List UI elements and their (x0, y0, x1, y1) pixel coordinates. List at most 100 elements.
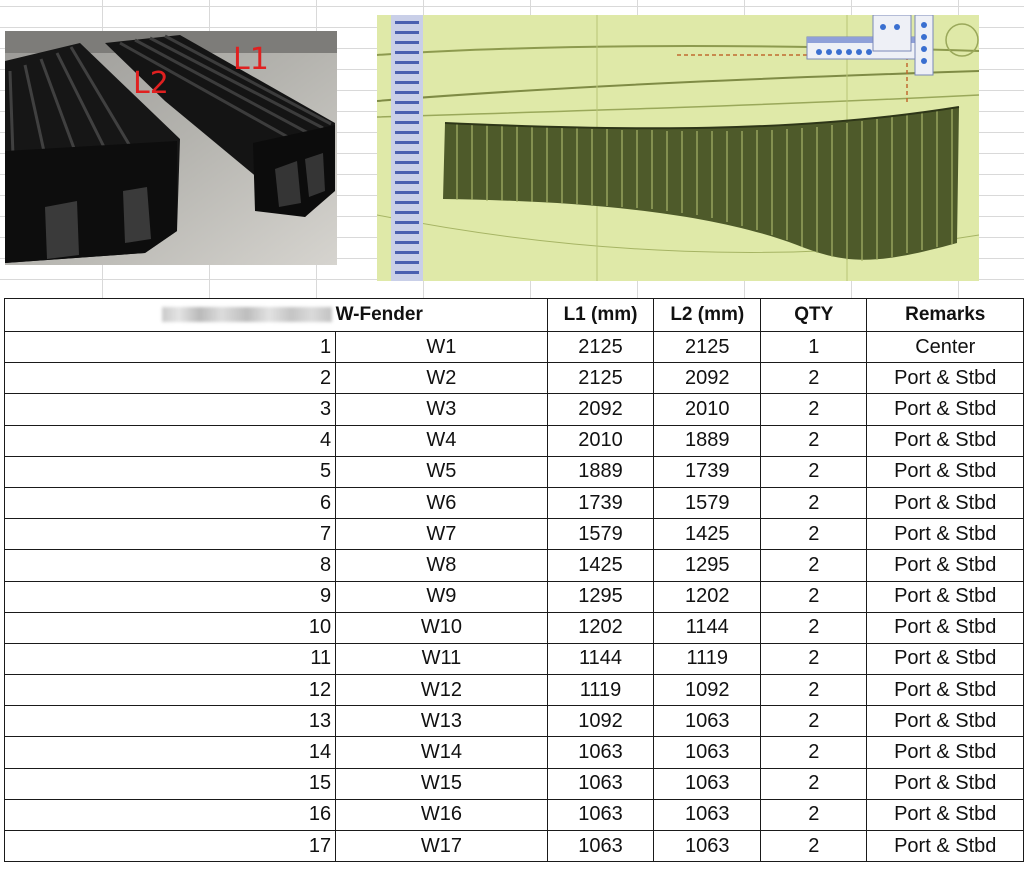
l2-cell[interactable]: 1202 (653, 580, 762, 613)
l2-cell[interactable]: 1739 (653, 455, 762, 488)
l2-cell[interactable]: 2125 (653, 330, 762, 364)
l2-cell[interactable]: 1144 (653, 611, 762, 644)
fender-id-cell[interactable]: W10 (335, 611, 548, 644)
l2-cell[interactable]: 1063 (653, 705, 762, 738)
l1-cell[interactable]: 2092 (546, 393, 655, 426)
l2-cell[interactable]: 1063 (653, 798, 762, 832)
fender-id-cell[interactable]: W17 (335, 829, 548, 863)
l2-cell[interactable]: 1295 (653, 549, 762, 582)
l2-cell[interactable]: 1092 (653, 674, 762, 707)
remarks-cell[interactable]: Port & Stbd (866, 705, 1024, 738)
remarks-cell[interactable]: Port & Stbd (866, 798, 1024, 832)
row-number-cell[interactable]: 14 (3, 736, 337, 769)
l1-cell[interactable]: 1579 (546, 518, 655, 551)
l1-cell[interactable]: 1063 (546, 767, 655, 800)
l1-cell[interactable]: 2125 (546, 362, 655, 395)
header-title-cell[interactable] (3, 298, 336, 332)
l1-cell[interactable]: 1295 (546, 580, 655, 613)
remarks-cell[interactable]: Center (866, 330, 1024, 364)
qty-cell[interactable]: 2 (760, 518, 868, 551)
row-number-cell[interactable]: 8 (3, 549, 337, 582)
row-number-cell[interactable]: 4 (3, 424, 337, 457)
qty-cell[interactable]: 2 (760, 798, 868, 832)
row-number-cell[interactable]: 11 (3, 642, 337, 676)
qty-cell[interactable]: 2 (760, 829, 868, 863)
qty-cell[interactable]: 2 (760, 674, 868, 707)
header-l1[interactable]: L1 (mm) (546, 298, 655, 332)
header-remarks[interactable]: Remarks (866, 298, 1024, 332)
header-qty[interactable]: QTY (760, 298, 868, 332)
remarks-cell[interactable]: Port & Stbd (866, 642, 1024, 676)
l1-cell[interactable]: 1739 (546, 486, 655, 520)
l1-cell[interactable]: 1063 (546, 798, 655, 832)
row-number-cell[interactable]: 1 (3, 330, 337, 364)
fender-id-cell[interactable]: W8 (335, 549, 548, 582)
qty-cell[interactable]: 2 (760, 362, 868, 395)
row-number-cell[interactable]: 6 (3, 486, 337, 520)
fender-id-cell[interactable]: W3 (335, 393, 548, 426)
l1-cell[interactable]: 2125 (546, 330, 655, 364)
qty-cell[interactable]: 2 (760, 455, 868, 488)
l2-cell[interactable]: 1425 (653, 518, 762, 551)
l1-cell[interactable]: 2010 (546, 424, 655, 457)
l1-cell[interactable]: 1425 (546, 549, 655, 582)
remarks-cell[interactable]: Port & Stbd (866, 736, 1024, 769)
row-number-cell[interactable]: 2 (3, 362, 337, 395)
fender-id-cell[interactable]: W4 (335, 424, 548, 457)
remarks-cell[interactable]: Port & Stbd (866, 424, 1024, 457)
fender-id-cell[interactable]: W6 (335, 486, 548, 520)
row-number-cell[interactable]: 3 (3, 393, 337, 426)
l2-cell[interactable]: 1119 (653, 642, 762, 676)
qty-cell[interactable]: 2 (760, 705, 868, 738)
l1-cell[interactable]: 1889 (546, 455, 655, 488)
qty-cell[interactable]: 2 (760, 736, 868, 769)
l2-cell[interactable]: 1063 (653, 736, 762, 769)
l2-cell[interactable]: 1063 (653, 829, 762, 863)
row-number-cell[interactable]: 16 (3, 798, 337, 832)
l2-cell[interactable]: 1579 (653, 486, 762, 520)
remarks-cell[interactable]: Port & Stbd (866, 829, 1024, 863)
l1-cell[interactable]: 1063 (546, 829, 655, 863)
row-number-cell[interactable]: 5 (3, 455, 337, 488)
l2-cell[interactable]: 1063 (653, 767, 762, 800)
remarks-cell[interactable]: Port & Stbd (866, 580, 1024, 613)
remarks-cell[interactable]: Port & Stbd (866, 486, 1024, 520)
qty-cell[interactable]: 2 (760, 767, 868, 800)
qty-cell[interactable]: 2 (760, 549, 868, 582)
remarks-cell[interactable]: Port & Stbd (866, 611, 1024, 644)
remarks-cell[interactable]: Port & Stbd (866, 393, 1024, 426)
fender-id-cell[interactable]: W9 (335, 580, 548, 613)
l1-cell[interactable]: 1144 (546, 642, 655, 676)
remarks-cell[interactable]: Port & Stbd (866, 455, 1024, 488)
header-w-fender[interactable]: W-Fender (335, 298, 548, 332)
qty-cell[interactable]: 2 (760, 393, 868, 426)
qty-cell[interactable]: 2 (760, 424, 868, 457)
qty-cell[interactable]: 2 (760, 642, 868, 676)
row-number-cell[interactable]: 13 (3, 705, 337, 738)
qty-cell[interactable]: 2 (760, 611, 868, 644)
fender-id-cell[interactable]: W13 (335, 705, 548, 738)
row-number-cell[interactable]: 12 (3, 674, 337, 707)
fender-id-cell[interactable]: W5 (335, 455, 548, 488)
remarks-cell[interactable]: Port & Stbd (866, 674, 1024, 707)
row-number-cell[interactable]: 10 (3, 611, 337, 644)
l1-cell[interactable]: 1063 (546, 736, 655, 769)
l1-cell[interactable]: 1202 (546, 611, 655, 644)
row-number-cell[interactable]: 7 (3, 518, 337, 551)
fender-id-cell[interactable]: W16 (335, 798, 548, 832)
header-l2[interactable]: L2 (mm) (653, 298, 762, 332)
qty-cell[interactable]: 2 (760, 486, 868, 520)
row-number-cell[interactable]: 15 (3, 767, 337, 800)
fender-id-cell[interactable]: W11 (335, 642, 548, 676)
remarks-cell[interactable]: Port & Stbd (866, 518, 1024, 551)
l2-cell[interactable]: 1889 (653, 424, 762, 457)
remarks-cell[interactable]: Port & Stbd (866, 362, 1024, 395)
row-number-cell[interactable]: 9 (3, 580, 337, 613)
fender-id-cell[interactable]: W14 (335, 736, 548, 769)
l1-cell[interactable]: 1092 (546, 705, 655, 738)
l2-cell[interactable]: 2092 (653, 362, 762, 395)
qty-cell[interactable]: 1 (760, 330, 868, 364)
qty-cell[interactable]: 2 (760, 580, 868, 613)
l1-cell[interactable]: 1119 (546, 674, 655, 707)
fender-id-cell[interactable]: W12 (335, 674, 548, 707)
